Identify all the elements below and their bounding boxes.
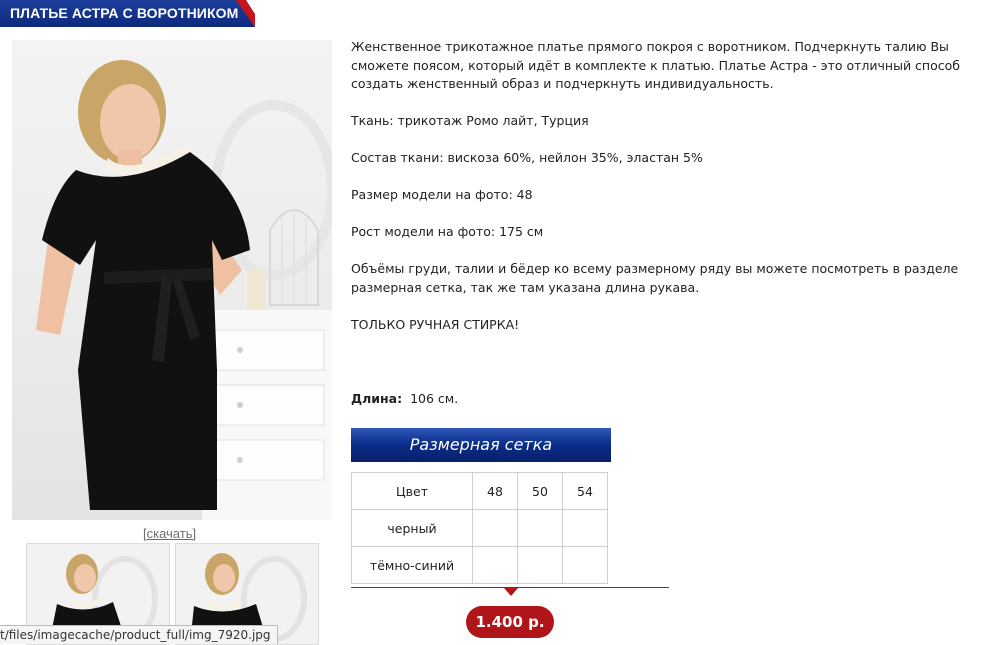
table-cell-color: черный — [351, 509, 473, 547]
description-measurements: Объёмы груди, талии и бёдер ко всему раз… — [351, 261, 959, 295]
size-table: Цвет 48 50 54 черный тёмно-синий — [351, 472, 608, 584]
table-header-size: 48 — [472, 472, 518, 510]
table-cell-availability[interactable] — [562, 509, 608, 547]
length-label: Длина: — [351, 391, 403, 406]
product-main-photo[interactable] — [12, 40, 332, 520]
download-link[interactable]: [скачать] — [143, 526, 196, 541]
product-title: ПЛАТЬЕ АСТРА С ВОРОТНИКОМ — [10, 5, 239, 21]
description-washing: ТОЛЬКО РУЧНАЯ СТИРКА! — [351, 316, 520, 332]
length-value: 106 см. — [410, 391, 459, 406]
description-model-size: Размер модели на фото: 48 — [351, 187, 533, 202]
table-cell-availability[interactable] — [562, 546, 608, 584]
product-description: Женственное трикотажное платье прямого п… — [351, 38, 981, 353]
table-cell-availability[interactable] — [517, 509, 563, 547]
table-header-size: 50 — [517, 472, 563, 510]
table-header-color: Цвет — [351, 472, 473, 510]
table-row: тёмно-синий — [351, 546, 608, 584]
length-info: Длина: 106 см. — [351, 391, 458, 406]
size-chart-button[interactable]: Размерная сетка — [351, 428, 611, 462]
description-model-height: Рост модели на фото: 175 см — [351, 224, 544, 239]
description-fabric: Ткань: трикотаж Ромо лайт, Турция — [351, 113, 589, 128]
table-cell-availability[interactable] — [517, 546, 563, 584]
price-badge: 1.400 р. — [466, 606, 554, 638]
description-composition: Состав ткани: вискоза 60%, нейлон 35%, э… — [351, 150, 703, 165]
table-cell-color: тёмно-синий — [351, 546, 473, 584]
table-header-size: 54 — [562, 472, 608, 510]
table-cell-availability[interactable] — [472, 546, 518, 584]
status-bar-url: t/files/imagecache/product_full/img_7920… — [0, 625, 278, 644]
table-row: черный — [351, 509, 608, 547]
table-cell-availability[interactable] — [472, 509, 518, 547]
description-intro: Женственное трикотажное платье прямого п… — [351, 39, 960, 91]
price-pointer-icon — [504, 588, 518, 596]
table-header-row: Цвет 48 50 54 — [351, 472, 608, 510]
